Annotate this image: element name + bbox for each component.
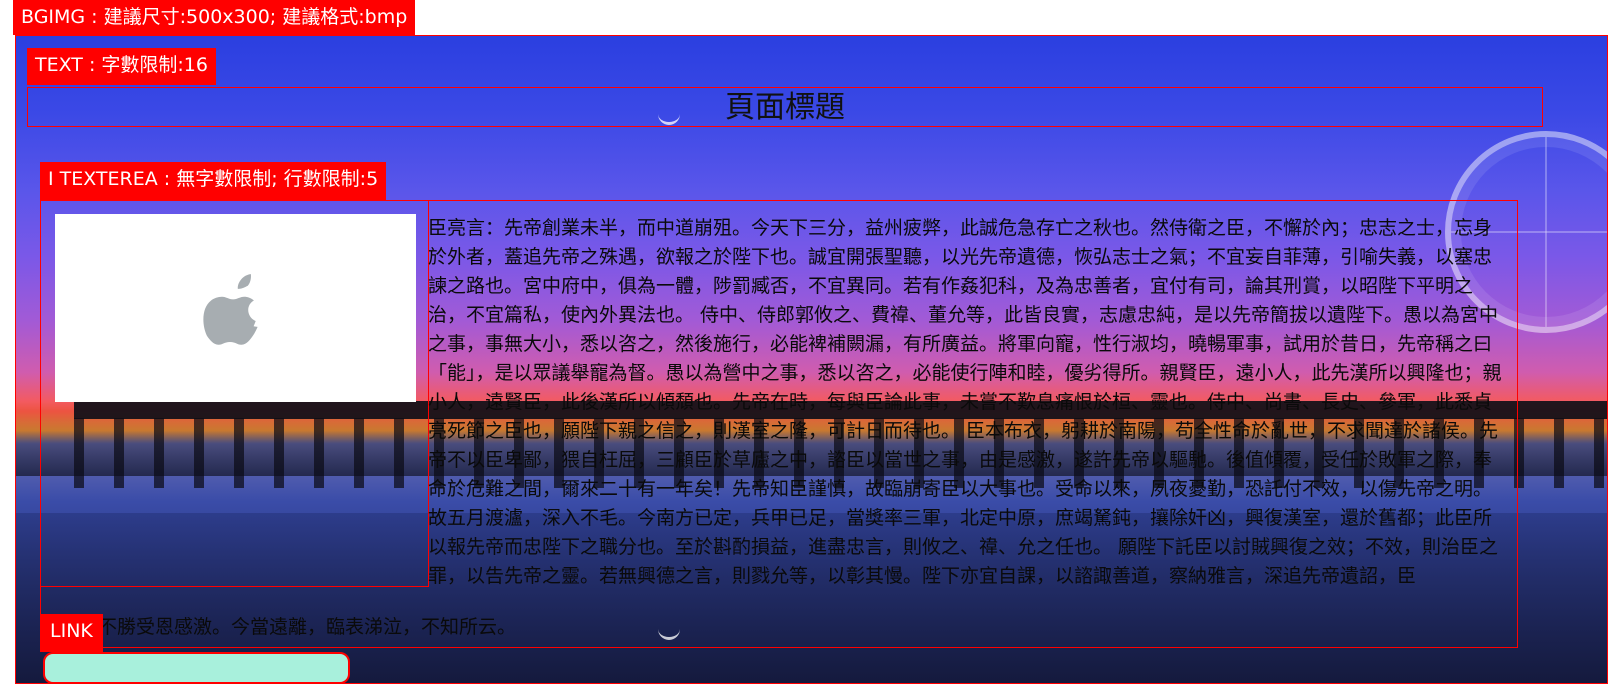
link-label: LINK: [40, 614, 103, 652]
page-title: 頁面標題: [725, 90, 845, 125]
bgimg-label: BGIMG : 建議尺寸:500x300; 建議格式:bmp: [13, 0, 416, 35]
link-button[interactable]: [43, 652, 350, 684]
textarea-content-tail: 不勝受恩感激。今當遠離，臨表涕泣，不知所云。: [98, 616, 517, 638]
textarea-label: I TEXTEREA : 無字數限制; 行數限制:5: [40, 162, 387, 200]
image-placeholder: [55, 214, 416, 402]
text-label: TEXT : 字數限制:16: [27, 48, 216, 85]
apple-icon: [202, 274, 258, 345]
textarea-content: 臣亮言：先帝創業未半，而中道崩殂。今天下三分，益州疲弊，此誠危急存亡之秋也。然侍…: [428, 217, 1502, 587]
title-text-field[interactable]: 頁面標題: [27, 87, 1543, 127]
